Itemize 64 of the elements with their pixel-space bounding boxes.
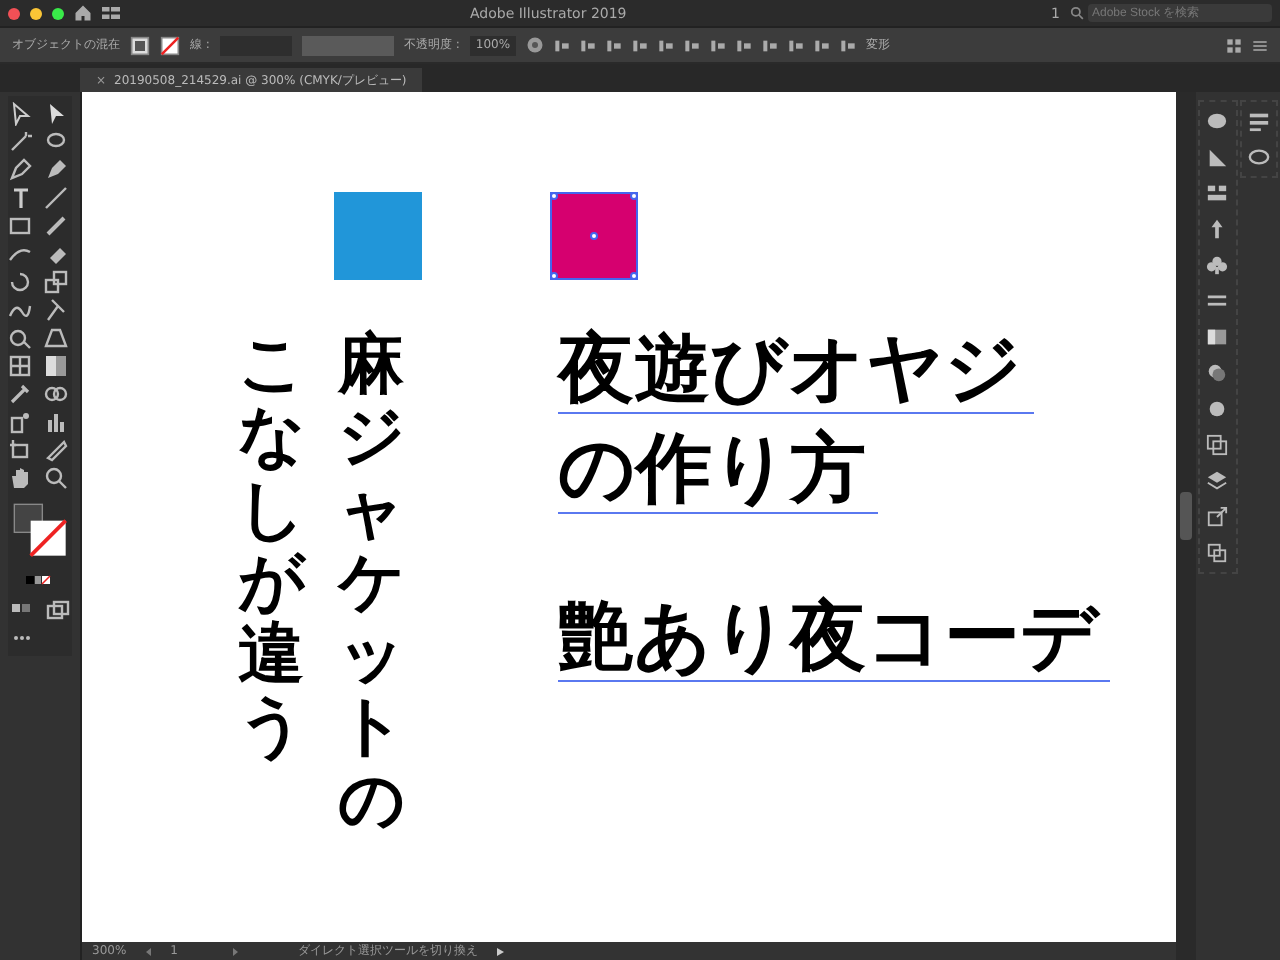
symbol-sprayer-icon[interactable] <box>8 410 32 434</box>
magic-wand-icon[interactable] <box>8 130 32 154</box>
stroke-lines-icon[interactable] <box>1206 290 1229 312</box>
grid-icon[interactable] <box>1226 37 1242 53</box>
export-icon[interactable] <box>1206 506 1229 528</box>
artboard-icon[interactable] <box>8 438 32 462</box>
align-icon[interactable] <box>762 37 779 53</box>
text-line: 夜遊びオヤジ <box>558 328 1034 414</box>
shape-builder-icon[interactable] <box>8 326 32 350</box>
align-icon[interactable] <box>580 37 597 53</box>
perspective-icon[interactable] <box>44 326 68 350</box>
scale-icon[interactable] <box>44 270 68 294</box>
gradient-icon[interactable] <box>44 354 68 378</box>
hand-icon[interactable] <box>8 466 32 490</box>
rectangle-icon[interactable] <box>8 214 32 238</box>
align-icon[interactable] <box>840 37 857 53</box>
type-icon[interactable] <box>8 186 32 210</box>
layers-icon[interactable] <box>1206 470 1229 492</box>
text-line: の作り方 <box>558 428 878 514</box>
gradient-panel-icon[interactable] <box>1206 326 1229 348</box>
align-icon[interactable] <box>632 37 649 53</box>
align-icon[interactable] <box>606 37 623 53</box>
home-icon[interactable] <box>74 4 92 22</box>
rotate-icon[interactable] <box>8 270 32 294</box>
appearance-icon[interactable] <box>1206 398 1229 420</box>
direct-selection-icon[interactable] <box>44 102 68 126</box>
layout-icon[interactable] <box>102 4 120 22</box>
align-icon[interactable] <box>814 37 831 53</box>
slice-icon[interactable] <box>44 438 68 462</box>
zoom-icon[interactable] <box>44 466 68 490</box>
brush-field[interactable] <box>301 35 394 55</box>
line-icon[interactable] <box>44 186 68 210</box>
artboards-icon[interactable] <box>1206 542 1229 564</box>
minimize-button[interactable] <box>30 7 42 19</box>
bar-graph-icon[interactable] <box>44 410 68 434</box>
properties-icon[interactable] <box>1247 110 1270 132</box>
menu-icon[interactable] <box>1252 37 1268 53</box>
close-button[interactable] <box>8 7 20 19</box>
brush-icon[interactable] <box>44 214 68 238</box>
curvature-pen-icon[interactable] <box>44 158 68 182</box>
screen-mode-icon[interactable] <box>44 598 72 622</box>
pen-icon[interactable] <box>8 158 32 182</box>
vertical-text: 麻ジャケットの <box>338 328 404 837</box>
search-icon <box>1070 6 1084 20</box>
unknown-fill-icon[interactable] <box>130 35 150 55</box>
swatches-icon[interactable] <box>1206 182 1229 204</box>
blend-icon[interactable] <box>44 382 68 406</box>
club-icon[interactable] <box>1206 254 1229 276</box>
mesh-icon[interactable] <box>8 354 32 378</box>
graphic-styles-icon[interactable] <box>1206 434 1229 456</box>
align-icon[interactable] <box>554 37 571 53</box>
align-icon[interactable] <box>710 37 727 53</box>
align-icon[interactable] <box>658 37 675 53</box>
scrollbar-thumb[interactable] <box>1180 492 1192 540</box>
zoom-button[interactable] <box>52 7 64 19</box>
fill-stroke-icon[interactable] <box>12 502 68 558</box>
text-line: 艶あり夜コーデ <box>558 596 1110 682</box>
selection-arrow-icon[interactable] <box>8 102 32 126</box>
vertical-text: こなしが違う <box>238 328 304 764</box>
stroke-none-icon[interactable] <box>160 35 180 55</box>
align-icon[interactable] <box>684 37 701 53</box>
transparency-icon[interactable] <box>1206 362 1229 384</box>
align-icon[interactable] <box>788 37 805 53</box>
align-icon[interactable] <box>736 37 753 53</box>
